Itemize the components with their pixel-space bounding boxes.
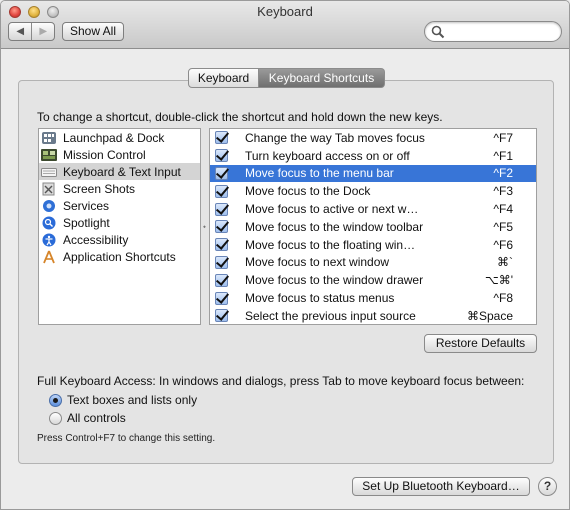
- shortcut-enabled-checkbox[interactable]: [215, 131, 228, 145]
- tab-keyboard-shortcuts[interactable]: Keyboard Shortcuts: [259, 68, 385, 88]
- show-all-button[interactable]: Show All: [62, 22, 124, 41]
- split-view-divider[interactable]: ⬩: [201, 223, 208, 231]
- restore-defaults-button[interactable]: Restore Defaults: [424, 334, 537, 353]
- shortcut-row[interactable]: Change the way Tab moves focus ^F7: [210, 129, 536, 147]
- shortcut-label: Move focus to next window: [245, 255, 390, 270]
- category-label: Keyboard & Text Input: [63, 164, 181, 179]
- shortcut-label: Move focus to the window drawer: [245, 273, 424, 288]
- radio-button[interactable]: [49, 411, 62, 425]
- category-spotlight[interactable]: Spotlight: [39, 214, 200, 231]
- services-gear-icon: [41, 199, 57, 213]
- keyboard-preferences-window: Keyboard ◀ ▶ Show All Keyboard Keyboard …: [0, 0, 570, 510]
- shortcut-enabled-checkbox[interactable]: [215, 309, 228, 323]
- category-label: Launchpad & Dock: [63, 130, 165, 145]
- shortcut-row[interactable]: Turn keyboard access on or off ^F1: [210, 147, 536, 165]
- category-list: Launchpad & Dock Mission Control Keyboar…: [38, 128, 201, 325]
- shortcut-row[interactable]: Move focus to the Dock ^F3: [210, 182, 536, 200]
- keyboard-icon: [41, 165, 57, 179]
- shortcut-label: Turn keyboard access on or off: [245, 148, 410, 163]
- category-launchpad-dock[interactable]: Launchpad & Dock: [39, 129, 200, 146]
- full-keyboard-access-hint: Press Control+F7 to change this setting.: [37, 433, 216, 444]
- radio-label: All controls: [67, 411, 126, 425]
- shortcut-label: Change the way Tab moves focus: [245, 130, 425, 145]
- shortcut-key[interactable]: ^F6: [493, 238, 513, 252]
- shortcut-key[interactable]: ⌘Space: [467, 309, 513, 323]
- shortcut-key[interactable]: ^F7: [493, 131, 513, 145]
- shortcut-key[interactable]: ^F2: [493, 166, 513, 180]
- shortcut-enabled-checkbox[interactable]: [215, 166, 228, 180]
- radio-button-selected[interactable]: [49, 393, 62, 407]
- category-label: Application Shortcuts: [63, 249, 176, 264]
- shortcut-key[interactable]: ⌥⌘': [485, 273, 513, 287]
- shortcut-row[interactable]: Move focus to the floating win… ^F6: [210, 236, 536, 254]
- instructions-text: To change a shortcut, double-click the s…: [37, 110, 443, 124]
- shortcut-enabled-checkbox[interactable]: [215, 220, 228, 234]
- radio-text-boxes-and-lists[interactable]: Text boxes and lists only: [49, 393, 197, 407]
- tab-bar: Keyboard Keyboard Shortcuts: [188, 68, 385, 88]
- mission-control-icon: [41, 148, 57, 162]
- search-field[interactable]: [424, 21, 562, 42]
- shortcut-enabled-checkbox[interactable]: [215, 291, 228, 305]
- category-label: Mission Control: [63, 147, 146, 162]
- shortcut-label: Move focus to the floating win…: [245, 237, 416, 252]
- shortcut-label: Move focus to the window toolbar: [245, 219, 424, 234]
- category-screen-shots[interactable]: Screen Shots: [39, 180, 200, 197]
- shortcut-row[interactable]: Move focus to next window ⌘`: [210, 254, 536, 272]
- radio-label: Text boxes and lists only: [67, 393, 198, 407]
- accessibility-icon: [41, 233, 57, 247]
- shortcut-row[interactable]: Move focus to active or next w… ^F4: [210, 200, 536, 218]
- app-shortcuts-icon: [41, 250, 57, 264]
- shortcut-enabled-checkbox[interactable]: [215, 255, 228, 269]
- full-keyboard-access-label: Full Keyboard Access: In windows and dia…: [37, 374, 525, 388]
- help-button[interactable]: ?: [538, 477, 557, 496]
- shortcut-label: Move focus to active or next w…: [245, 202, 419, 217]
- shortcut-row[interactable]: Move focus to status menus ^F8: [210, 289, 536, 307]
- shortcut-key[interactable]: ^F5: [493, 220, 513, 234]
- back-forward-control: ◀ ▶: [8, 22, 55, 41]
- shortcut-label: Move focus to status menus: [245, 291, 395, 306]
- shortcut-key[interactable]: ^F1: [493, 149, 513, 163]
- shortcut-enabled-checkbox[interactable]: [215, 149, 228, 163]
- launchpad-icon: [41, 131, 57, 145]
- back-arrow-icon: ◀: [16, 26, 25, 37]
- category-mission-control[interactable]: Mission Control: [39, 146, 200, 163]
- shortcut-label: Move focus to the Dock: [245, 184, 371, 199]
- radio-all-controls[interactable]: All controls: [49, 411, 126, 425]
- category-label: Screen Shots: [63, 181, 136, 196]
- screenshot-icon: [41, 182, 57, 196]
- shortcut-label: Select the previous input source: [245, 308, 416, 323]
- shortcut-key[interactable]: ^F8: [493, 291, 513, 305]
- shortcut-enabled-checkbox[interactable]: [215, 273, 228, 287]
- shortcut-row[interactable]: Select the previous input source ⌘Space: [210, 307, 536, 324]
- category-keyboard-text-input[interactable]: Keyboard & Text Input: [39, 163, 200, 180]
- shortcut-enabled-checkbox[interactable]: [215, 238, 228, 252]
- category-accessibility[interactable]: Accessibility: [39, 231, 200, 248]
- shortcut-row-selected[interactable]: Move focus to the menu bar ^F2: [210, 164, 536, 183]
- forward-arrow-icon: ▶: [39, 26, 48, 37]
- title-bar: Keyboard ◀ ▶ Show All: [1, 1, 569, 49]
- shortcut-row[interactable]: Move focus to the window toolbar ^F5: [210, 218, 536, 236]
- shortcut-key[interactable]: ⌘`: [497, 255, 513, 269]
- shortcut-label: Move focus to the menu bar: [245, 166, 394, 181]
- shortcut-enabled-checkbox[interactable]: [215, 202, 228, 216]
- forward-button[interactable]: ▶: [31, 23, 54, 40]
- category-label: Services: [63, 198, 110, 213]
- tab-keyboard[interactable]: Keyboard: [188, 68, 259, 88]
- shortcuts-list: Change the way Tab moves focus ^F7 Turn …: [209, 128, 537, 325]
- category-label: Accessibility: [63, 232, 129, 247]
- set-up-bluetooth-keyboard-button[interactable]: Set Up Bluetooth Keyboard…: [352, 477, 530, 496]
- shortcut-key[interactable]: ^F4: [493, 202, 513, 216]
- category-label: Spotlight: [63, 215, 110, 230]
- shortcut-row[interactable]: Move focus to the window drawer ⌥⌘': [210, 271, 536, 289]
- search-icon: [431, 25, 445, 39]
- back-button[interactable]: ◀: [9, 23, 31, 40]
- shortcut-enabled-checkbox[interactable]: [215, 184, 228, 198]
- category-services[interactable]: Services: [39, 197, 200, 214]
- category-application-shortcuts[interactable]: Application Shortcuts: [39, 248, 200, 265]
- window-title: Keyboard: [257, 4, 313, 19]
- spotlight-icon: [41, 216, 57, 230]
- shortcut-key[interactable]: ^F3: [493, 184, 513, 198]
